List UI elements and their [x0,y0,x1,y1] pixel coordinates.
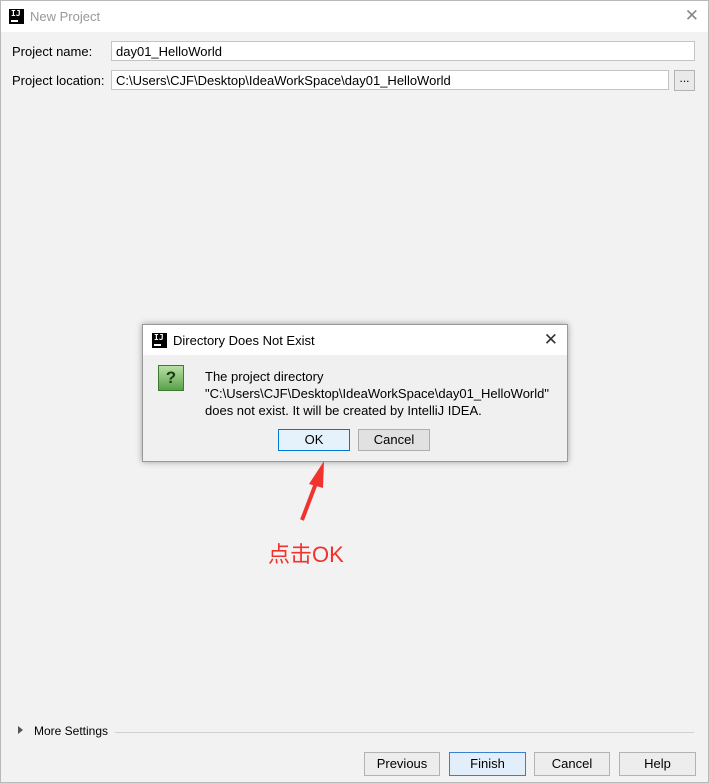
directory-not-exist-dialog: IJ Directory Does Not Exist ✕ ? The proj… [142,324,568,462]
browse-button[interactable]: ... [674,70,695,91]
dialog-title: Directory Does Not Exist [173,333,315,348]
cancel-button[interactable]: Cancel [534,752,610,776]
chevron-right-icon[interactable] [18,726,23,734]
intellij-app-icon: IJ [9,9,24,24]
project-location-input[interactable]: C:\Users\CJF\Desktop\IdeaWorkSpace\day01… [111,70,669,90]
dialog-message-line-1: The project directory [205,369,324,384]
separator [115,732,694,733]
dialog-titlebar: IJ Directory Does Not Exist ✕ [143,325,567,355]
project-name-label: Project name: [12,44,93,59]
annotation-text: 点击OK [268,542,344,567]
dialog-message-line-2: "C:\Users\CJF\Desktop\IdeaWorkSpace\day0… [205,386,549,401]
close-icon[interactable]: ✕ [685,6,699,26]
project-location-label: Project location: [12,73,105,88]
more-settings-toggle[interactable]: More Settings [34,724,108,738]
dialog-cancel-button[interactable]: Cancel [358,429,430,451]
ok-button[interactable]: OK [278,429,350,451]
annotation-arrow [300,461,324,521]
intellij-app-icon: IJ [152,333,167,348]
window-titlebar: IJ New Project ✕ [1,1,708,32]
question-icon: ? [158,365,184,391]
project-name-input[interactable]: day01_HelloWorld [111,41,695,61]
new-project-window: IJ New Project ✕ Project name: day01_Hel… [0,0,709,783]
help-button[interactable]: Help [619,752,696,776]
dialog-message: The project directory "C:\Users\CJF\Desk… [205,368,549,419]
finish-button[interactable]: Finish [449,752,526,776]
previous-button[interactable]: Previous [364,752,440,776]
dialog-close-icon[interactable]: ✕ [544,330,558,350]
dialog-message-line-3: does not exist. It will be created by In… [205,403,482,418]
window-title: New Project [30,9,101,24]
